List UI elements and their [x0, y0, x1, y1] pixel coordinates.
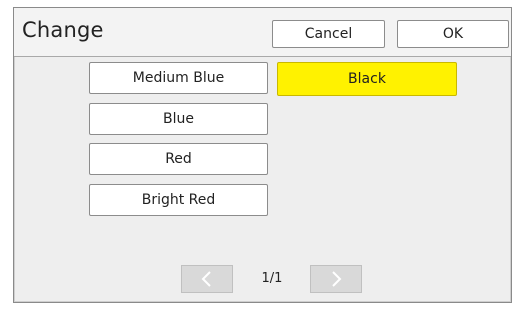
- next-page-button[interactable]: [310, 265, 362, 293]
- chevron-right-icon: [332, 271, 342, 287]
- color-option-medium-blue[interactable]: Medium Blue: [89, 62, 268, 94]
- dialog-title: Change: [22, 18, 104, 42]
- color-option-black-selected[interactable]: Black: [277, 62, 457, 96]
- page-indicator: 1/1: [261, 271, 283, 286]
- color-option-red[interactable]: Red: [89, 143, 268, 175]
- chevron-left-icon: [201, 271, 211, 287]
- dialog-header: Change Cancel OK: [14, 8, 511, 57]
- prev-page-button[interactable]: [181, 265, 233, 293]
- color-option-bright-red[interactable]: Bright Red: [89, 184, 268, 216]
- cancel-button[interactable]: Cancel: [272, 20, 385, 48]
- ok-button[interactable]: OK: [397, 20, 509, 48]
- change-dialog: Change Cancel OK Medium Blue Blue Red Br…: [13, 7, 512, 303]
- color-option-blue[interactable]: Blue: [89, 103, 268, 135]
